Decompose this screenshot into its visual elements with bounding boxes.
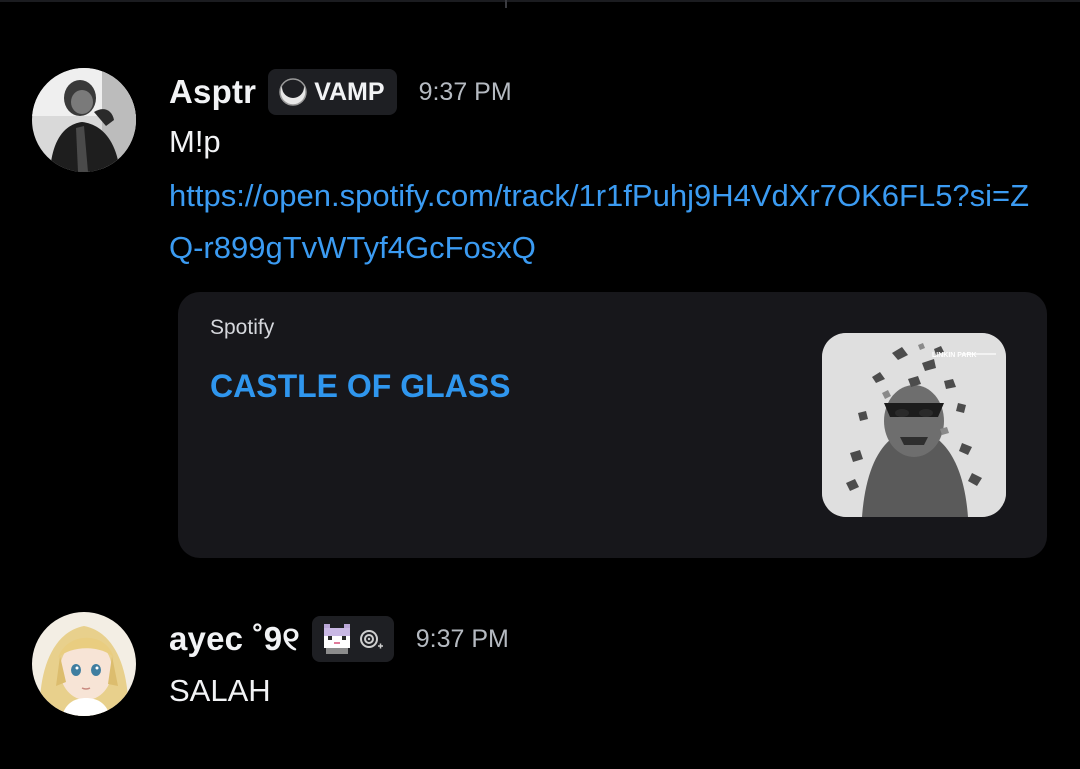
- embed-title-link[interactable]: CASTLE OF GLASS: [210, 368, 510, 405]
- spotify-link[interactable]: https://open.spotify.com/track/1r1fPuhj9…: [169, 170, 1049, 274]
- message-text: M!p: [169, 124, 221, 159]
- message-header: Asptr VAMP 9:37 PM: [169, 67, 512, 117]
- timestamp[interactable]: 9:37 PM: [419, 78, 512, 107]
- spotify-embed: Spotify CASTLE OF GLASS LINKIN PARK: [178, 292, 1047, 558]
- username[interactable]: ayec ˚9୧: [169, 620, 300, 659]
- top-divider: [0, 0, 1080, 2]
- message-text: SALAH: [169, 673, 271, 708]
- guild-tag[interactable]: [311, 616, 394, 662]
- avatar-anime-image: [32, 612, 136, 716]
- avatar-photo: [32, 68, 136, 172]
- scroll-marker: [505, 0, 507, 8]
- guild-tag[interactable]: VAMP: [268, 69, 397, 115]
- spiral-icon: [359, 630, 383, 649]
- album-cover-image: LINKIN PARK: [822, 333, 1006, 517]
- guild-tag-label: VAMP: [314, 77, 385, 106]
- message-header: ayec ˚9୧ 9:37 PM: [169, 614, 509, 664]
- user-avatar[interactable]: [32, 68, 136, 172]
- album-cover-thumbnail[interactable]: LINKIN PARK: [822, 333, 1006, 517]
- pixel-cat-icon: [323, 624, 350, 654]
- moon-icon: [279, 77, 307, 106]
- embed-provider[interactable]: Spotify: [210, 316, 274, 340]
- username[interactable]: Asptr: [169, 73, 256, 111]
- timestamp[interactable]: 9:37 PM: [416, 625, 509, 654]
- user-avatar[interactable]: [32, 612, 136, 716]
